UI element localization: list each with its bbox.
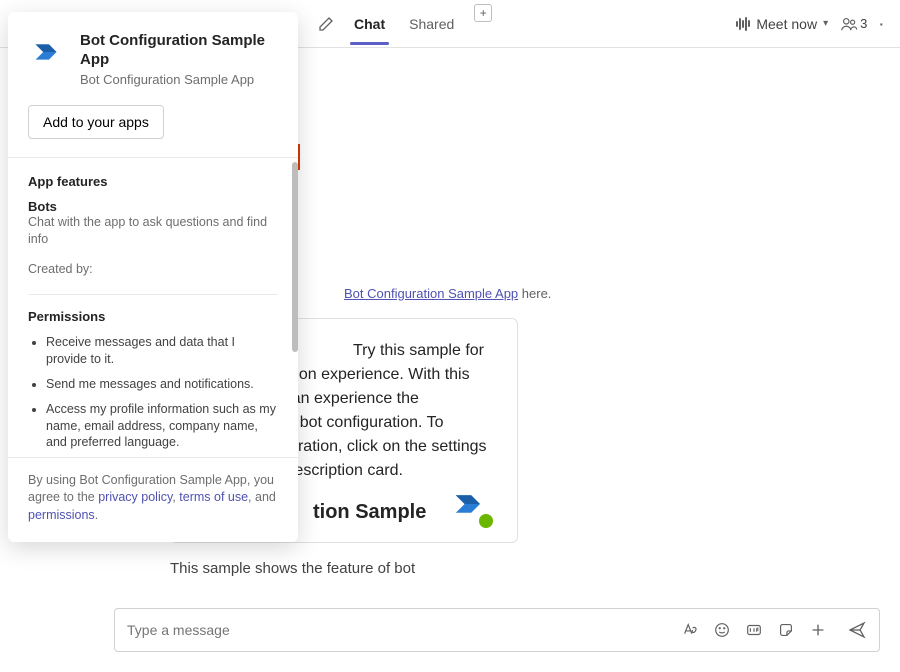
check-badge-icon: [479, 514, 493, 528]
tab-list: Chat Shared +: [350, 4, 492, 44]
added-text: Bot Configuration Sample App here.: [344, 286, 551, 301]
divider: [28, 294, 278, 295]
popover-header: Bot Configuration Sample App Bot Configu…: [8, 12, 298, 101]
plus-icon[interactable]: [809, 621, 827, 639]
add-to-apps-button[interactable]: Add to your apps: [28, 105, 164, 139]
app-details-popover: Bot Configuration Sample App Bot Configu…: [8, 12, 298, 542]
footer-period: .: [95, 508, 98, 522]
features-heading: App features: [28, 174, 278, 189]
footer-and: , and: [248, 490, 276, 504]
app-link[interactable]: Bot Configuration Sample App: [344, 286, 518, 301]
chevron-down-icon: ▾: [823, 18, 828, 29]
permission-item: Access my profile information such as my…: [46, 401, 278, 452]
audio-wave-icon: [736, 17, 750, 31]
compose-input[interactable]: [127, 622, 681, 638]
popover-footer: By using Bot Configuration Sample App, y…: [8, 457, 298, 543]
app-logo: [28, 32, 66, 72]
popover-body: App features Bots Chat with the app to a…: [8, 157, 298, 457]
bots-heading: Bots: [28, 199, 278, 214]
sticker-icon[interactable]: [777, 621, 795, 639]
people-count-button[interactable]: 3: [840, 15, 867, 33]
more-icon[interactable]: ·: [879, 16, 884, 32]
topbar-right: Meet now ▾ 3 ·: [736, 15, 884, 33]
added-suffix: here.: [518, 286, 551, 301]
scrollbar-thumb[interactable]: [292, 162, 298, 352]
card-logo: [447, 482, 491, 526]
terms-of-use-link[interactable]: terms of use: [179, 490, 248, 504]
thread-text: This sample shows the feature of bot: [170, 560, 415, 577]
permissions-list: Receive messages and data that I provide…: [28, 334, 278, 457]
permission-item: Receive messages and data that I provide…: [46, 334, 278, 368]
meet-now-button[interactable]: Meet now ▾: [736, 16, 828, 32]
send-button[interactable]: [847, 620, 867, 640]
created-by-label: Created by:: [28, 261, 278, 279]
compose-toolbar: [681, 620, 867, 640]
app-subtitle: Bot Configuration Sample App: [80, 72, 278, 87]
tab-chat[interactable]: Chat: [350, 4, 389, 44]
permission-item: Send me messages and notifications.: [46, 376, 278, 393]
add-tab-button[interactable]: +: [474, 4, 492, 22]
format-icon[interactable]: [681, 621, 699, 639]
gif-icon[interactable]: [745, 621, 763, 639]
app-title: Bot Configuration Sample App: [80, 32, 278, 70]
emoji-icon[interactable]: [713, 621, 731, 639]
edit-icon[interactable]: [318, 16, 334, 32]
arrow-logo-icon: [28, 33, 66, 71]
people-icon: [840, 15, 858, 33]
tab-shared[interactable]: Shared: [405, 4, 458, 44]
permissions-heading: Permissions: [28, 309, 278, 324]
meet-now-label: Meet now: [756, 16, 817, 32]
bots-description: Chat with the app to ask questions and f…: [28, 214, 278, 249]
permissions-link[interactable]: permissions: [28, 508, 95, 522]
compose-box[interactable]: [114, 608, 880, 652]
people-count-value: 3: [860, 16, 867, 31]
privacy-policy-link[interactable]: privacy policy: [98, 490, 172, 504]
